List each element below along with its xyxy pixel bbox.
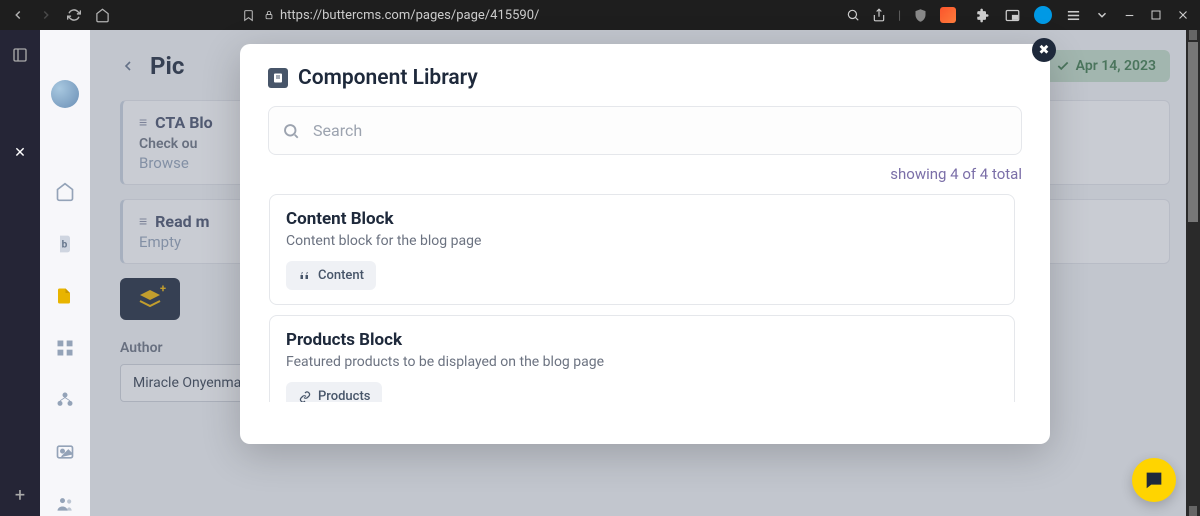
nav-types-icon[interactable] <box>55 390 75 410</box>
component-item-content[interactable]: Content Block Content block for the blog… <box>269 194 1015 305</box>
component-item-products[interactable]: Products Block Featured products to be d… <box>269 315 1015 403</box>
shield-icon[interactable] <box>913 8 928 23</box>
close-icon[interactable]: ✕ <box>11 144 29 162</box>
field-chip: Content <box>286 261 376 290</box>
extension-badge-icon[interactable] <box>1034 6 1052 24</box>
share-icon[interactable] <box>872 8 886 22</box>
svg-text:b: b <box>62 239 68 250</box>
brave-icon[interactable] <box>940 7 956 23</box>
component-list[interactable]: Content Block Content block for the blog… <box>268 193 1022 403</box>
extensions-icon[interactable] <box>976 8 991 23</box>
nav-pages-icon[interactable] <box>55 286 75 306</box>
nav-users-icon[interactable] <box>55 494 75 514</box>
browser-chrome: https://buttercms.com/pages/page/415590/… <box>0 0 1200 30</box>
nav-back-icon[interactable] <box>10 7 26 23</box>
panel-icon[interactable] <box>11 46 29 64</box>
quote-icon <box>298 270 312 282</box>
home-icon[interactable] <box>94 7 110 23</box>
field-chip: Products <box>286 382 382 403</box>
bookmark-icon[interactable] <box>240 7 256 23</box>
maximize-icon[interactable] <box>1150 9 1162 21</box>
reload-icon[interactable] <box>66 7 82 23</box>
link-icon <box>298 391 312 403</box>
modal-close-button[interactable]: ✖ <box>1032 38 1056 62</box>
nav-media-icon[interactable] <box>55 442 75 462</box>
zoom-icon[interactable] <box>846 8 860 22</box>
minimize-icon[interactable] <box>1123 9 1136 22</box>
window-scrollbar[interactable] <box>1186 30 1200 516</box>
modal-title: Component Library <box>298 66 478 90</box>
nav-blog-icon[interactable]: b <box>55 234 75 254</box>
nav-collections-icon[interactable] <box>55 338 75 358</box>
chat-icon <box>1143 469 1165 491</box>
lock-icon <box>264 10 274 20</box>
side-nav: b <box>40 30 90 516</box>
search-icon <box>282 122 300 140</box>
avatar[interactable] <box>51 80 79 108</box>
modal-overlay: ✖ Component Library showing 4 of 4 total… <box>90 30 1200 516</box>
results-count: showing 4 of 4 total <box>268 165 1022 183</box>
close-window-icon[interactable] <box>1176 8 1190 22</box>
intercom-button[interactable] <box>1132 458 1176 502</box>
library-icon <box>268 68 288 88</box>
pip-icon[interactable] <box>1005 8 1020 23</box>
page-content: Pic Apr 14, 2023 ≡CTA Blo Check ou Brows… <box>90 30 1200 516</box>
nav-forward-icon <box>38 7 54 23</box>
chevron-down-icon[interactable] <box>1095 8 1109 22</box>
nav-home-icon[interactable] <box>55 182 75 202</box>
url-text[interactable]: https://buttercms.com/pages/page/415590/ <box>280 8 539 23</box>
add-icon[interactable]: + <box>15 485 25 506</box>
search-input[interactable] <box>268 106 1022 155</box>
component-library-modal: ✖ Component Library showing 4 of 4 total… <box>240 44 1050 444</box>
devtools-rail: ✕ + <box>0 30 40 516</box>
menu-icon[interactable] <box>1066 8 1081 23</box>
